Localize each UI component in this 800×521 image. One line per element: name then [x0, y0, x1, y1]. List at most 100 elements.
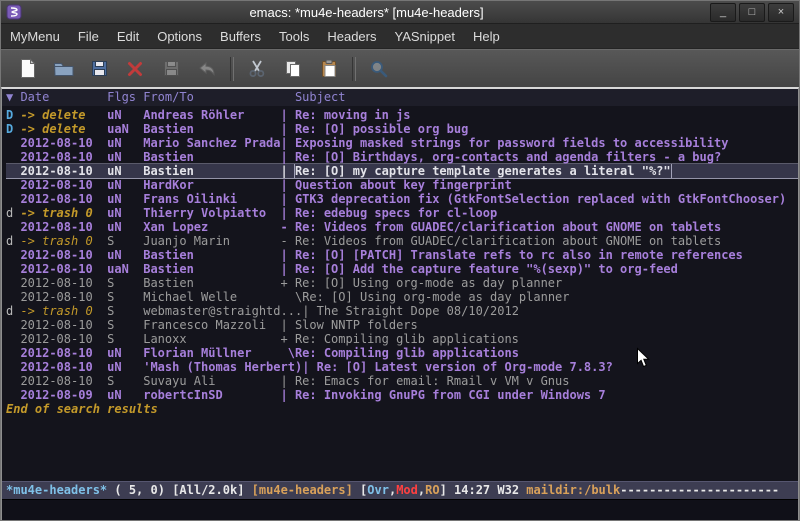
message-row[interactable]: d-> trash 0SJuanjo Marin-Re: Videos from…: [6, 234, 798, 248]
thread-indicator: |: [281, 164, 295, 178]
menu-item-help[interactable]: Help: [464, 26, 509, 47]
flags-cell: uN: [107, 388, 143, 402]
flags-cell: uN: [107, 164, 143, 178]
menu-item-options[interactable]: Options: [148, 26, 211, 47]
message-row[interactable]: 2012-08-09uNrobertcInSD|Re: Invoking Gnu…: [6, 388, 798, 402]
date-cell: -> trash 0: [20, 304, 107, 318]
menu-item-file[interactable]: File: [69, 26, 108, 47]
mode-line[interactable]: *mu4e-headers* ( 5, 0) [All/2.0k] [mu4e-…: [2, 481, 798, 499]
new-file-icon: [18, 58, 37, 79]
mu4e-headers-buffer[interactable]: D-> deleteuNAndreas Röhler|Re: moving in…: [2, 106, 798, 481]
message-row[interactable]: 2012-08-10uNFlorian Müllner \Re: Compili…: [6, 346, 798, 360]
date-cell: 2012-08-10: [20, 150, 107, 164]
flags-cell: uN: [107, 108, 143, 122]
date-cell: 2012-08-10: [20, 360, 107, 374]
toolbar-open-file-button[interactable]: [45, 54, 81, 84]
column-header-from[interactable]: From/To: [143, 89, 280, 106]
flags-cell: uaN: [107, 122, 143, 136]
end-of-search-results: End of search results: [6, 402, 798, 416]
subject-cell: Re: Emacs for email: Rmail v VM v Gnus: [295, 374, 570, 388]
message-row[interactable]: D-> deleteuaNBastien|Re: [O] possible or…: [6, 122, 798, 136]
menu-item-headers[interactable]: Headers: [318, 26, 385, 47]
message-row[interactable]: 2012-08-10SMichael Welle \Re: [O] Using …: [6, 290, 798, 304]
date-cell: 2012-08-10: [20, 178, 107, 192]
from-cell: Bastien: [143, 164, 280, 178]
from-cell: Andreas Röhler: [143, 108, 280, 122]
toolbar-new-file-button[interactable]: [9, 54, 45, 84]
from-cell: robertcInSD: [143, 388, 280, 402]
subject-cell: Re: [O] my capture template generates a …: [295, 164, 671, 178]
undo-icon: [197, 60, 217, 78]
toolbar-search-button[interactable]: [361, 54, 397, 84]
mode-line-segment: W32: [497, 483, 526, 497]
column-header-flags[interactable]: Flgs: [107, 89, 143, 106]
toolbar-paste-button[interactable]: [311, 54, 347, 84]
date-cell: 2012-08-10: [20, 164, 107, 178]
mode-line-segment: [mu4e-headers]: [252, 483, 360, 497]
subject-cell: Re: edebug specs for cl-loop: [295, 206, 497, 220]
thread-indicator: |: [281, 262, 295, 276]
message-row[interactable]: 2012-08-10uNHardKor|Question about key f…: [6, 178, 798, 192]
menu-item-edit[interactable]: Edit: [108, 26, 148, 47]
maximize-button[interactable]: □: [739, 3, 765, 22]
message-row[interactable]: 2012-08-10uNBastien|Re: [O] [PATCH] Tran…: [6, 248, 798, 262]
message-row[interactable]: 2012-08-10SLanoxx+Re: Compiling glib app…: [6, 332, 798, 346]
subject-cell: The Straight Dope 08/10/2012: [317, 304, 519, 318]
message-row[interactable]: 2012-08-10SSuvayu Ali|Re: Emacs for emai…: [6, 374, 798, 388]
thread-indicator: \: [281, 290, 303, 304]
date-cell: 2012-08-10: [20, 136, 107, 150]
toolbar-kill-buffer-button[interactable]: [117, 54, 153, 84]
toolbar-save-button[interactable]: [81, 54, 117, 84]
close-button[interactable]: ×: [768, 3, 794, 22]
thread-indicator: |: [302, 304, 316, 318]
flags-cell: uN: [107, 346, 143, 360]
message-row[interactable]: 2012-08-10uaNBastien|Re: [O] Add the cap…: [6, 262, 798, 276]
menu-item-tools[interactable]: Tools: [270, 26, 318, 47]
message-row[interactable]: 2012-08-10uN'Mash (Thomas Herbert)|Re: […: [6, 360, 798, 374]
toolbar-save-as-button[interactable]: [153, 54, 189, 84]
menu-item-yasnippet[interactable]: YASnippet: [385, 26, 463, 47]
message-row[interactable]: 2012-08-10uNXan Lopez-Re: Videos from GU…: [6, 220, 798, 234]
message-row[interactable]: D-> deleteuNAndreas Röhler|Re: moving in…: [6, 108, 798, 122]
flags-cell: S: [107, 304, 143, 318]
date-cell: 2012-08-10: [20, 276, 107, 290]
subject-cell: Re: Compiling glib applications: [295, 346, 519, 360]
message-row[interactable]: 2012-08-10SBastien+Re: [O] Using org-mod…: [6, 276, 798, 290]
toolbar-separator: [352, 57, 356, 81]
toolbar-cut-button[interactable]: [239, 54, 275, 84]
thread-indicator: -: [281, 234, 295, 248]
subject-cell: Re: Videos from GUADEC/clarification abo…: [295, 220, 721, 234]
message-row[interactable]: d-> trash 0Swebmaster@straightd...|The S…: [6, 304, 798, 318]
thread-indicator: |: [281, 178, 295, 192]
message-row[interactable]: d-> trash 0uNThierry Volpiatto|Re: edebu…: [6, 206, 798, 220]
minimize-button[interactable]: _: [710, 3, 736, 22]
flags-cell: S: [107, 276, 143, 290]
message-row[interactable]: 2012-08-10uNMario Sanchez Prada|Exposing…: [6, 136, 798, 150]
message-row[interactable]: 2012-08-10uNBastien|Re: [O] my capture t…: [6, 164, 798, 178]
mode-line-segment: RO: [425, 483, 439, 497]
thread-indicator: |: [281, 388, 295, 402]
date-cell: 2012-08-10: [20, 220, 107, 234]
message-row[interactable]: 2012-08-10uNBastien|Re: [O] Birthdays, o…: [6, 150, 798, 164]
thread-indicator: |: [281, 150, 295, 164]
from-cell: Bastien: [143, 276, 280, 290]
mark-indicator: D: [6, 108, 20, 122]
flags-cell: uN: [107, 248, 143, 262]
flags-cell: uN: [107, 178, 143, 192]
subject-cell: Slow NNTP folders: [295, 318, 418, 332]
from-cell: Bastien: [143, 262, 280, 276]
emacs-window: emacs: *mu4e-headers* [mu4e-headers] _ □…: [0, 0, 800, 521]
message-row[interactable]: 2012-08-10uNFrans Oilinki|GTK3 deprecati…: [6, 192, 798, 206]
toolbar-undo-button[interactable]: [189, 54, 225, 84]
column-header-subject[interactable]: Subject: [295, 89, 346, 106]
date-cell: 2012-08-10: [20, 374, 107, 388]
message-row[interactable]: 2012-08-10SFrancesco Mazzoli|Slow NNTP f…: [6, 318, 798, 332]
date-cell: 2012-08-10: [20, 346, 107, 360]
mode-line-segment: *mu4e-headers*: [6, 483, 107, 497]
toolbar-copy-button[interactable]: [275, 54, 311, 84]
menu-item-mymenu[interactable]: MyMenu: [1, 26, 69, 47]
flags-cell: uN: [107, 220, 143, 234]
menu-item-buffers[interactable]: Buffers: [211, 26, 270, 47]
thread-indicator: |: [302, 360, 316, 374]
column-header-date[interactable]: Date: [20, 89, 107, 106]
